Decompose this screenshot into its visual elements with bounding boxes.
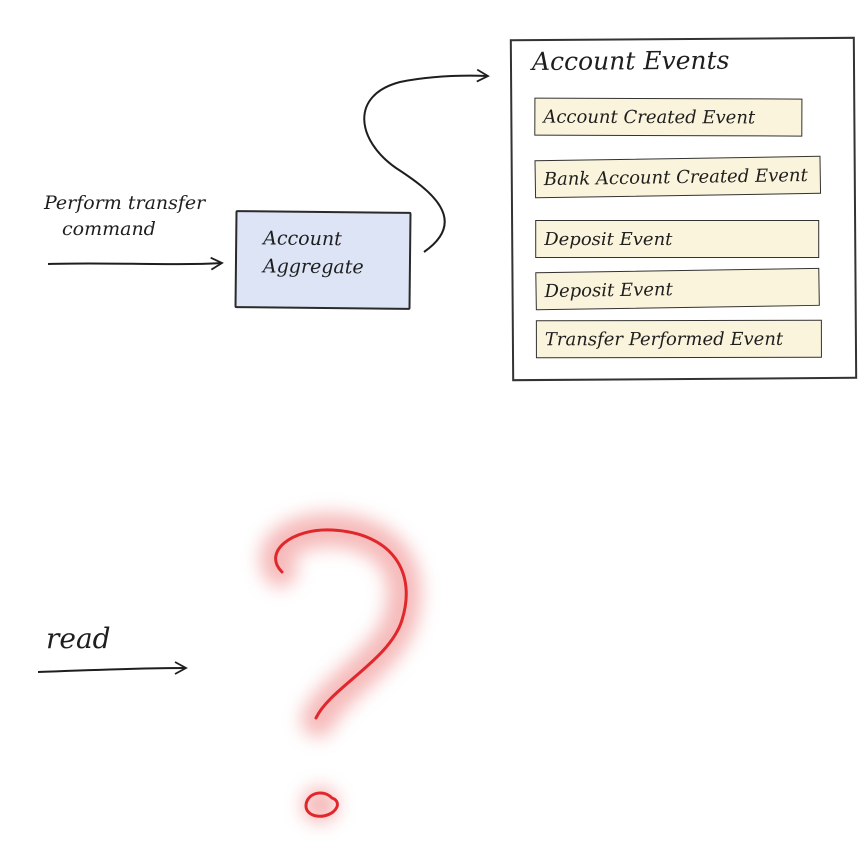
command-label-line2: command (62, 218, 156, 240)
command-label-line1: Perform transfer (44, 192, 206, 214)
aggregate-label-line2: Aggregate (262, 255, 364, 279)
aggregate-label-line1: Account (263, 227, 342, 251)
read-arrow (37, 661, 188, 675)
event-store-title: Account Events (531, 45, 730, 77)
account-aggregate-box: Account Aggregate (234, 210, 412, 310)
read-label: read (46, 622, 111, 655)
event-item: Transfer Performed Event (535, 319, 822, 359)
event-item: Bank Account Created Event (534, 155, 822, 199)
question-mark-icon (259, 512, 422, 823)
event-item: Account Created Event (534, 97, 803, 137)
event-item: Deposit Event (535, 267, 820, 311)
event-item: Deposit Event (535, 220, 820, 259)
account-events-store: Account Events Account Created Event Ban… (509, 36, 858, 382)
command-arrow (47, 256, 224, 271)
perform-transfer-command-label: Perform transfer command (44, 190, 205, 242)
